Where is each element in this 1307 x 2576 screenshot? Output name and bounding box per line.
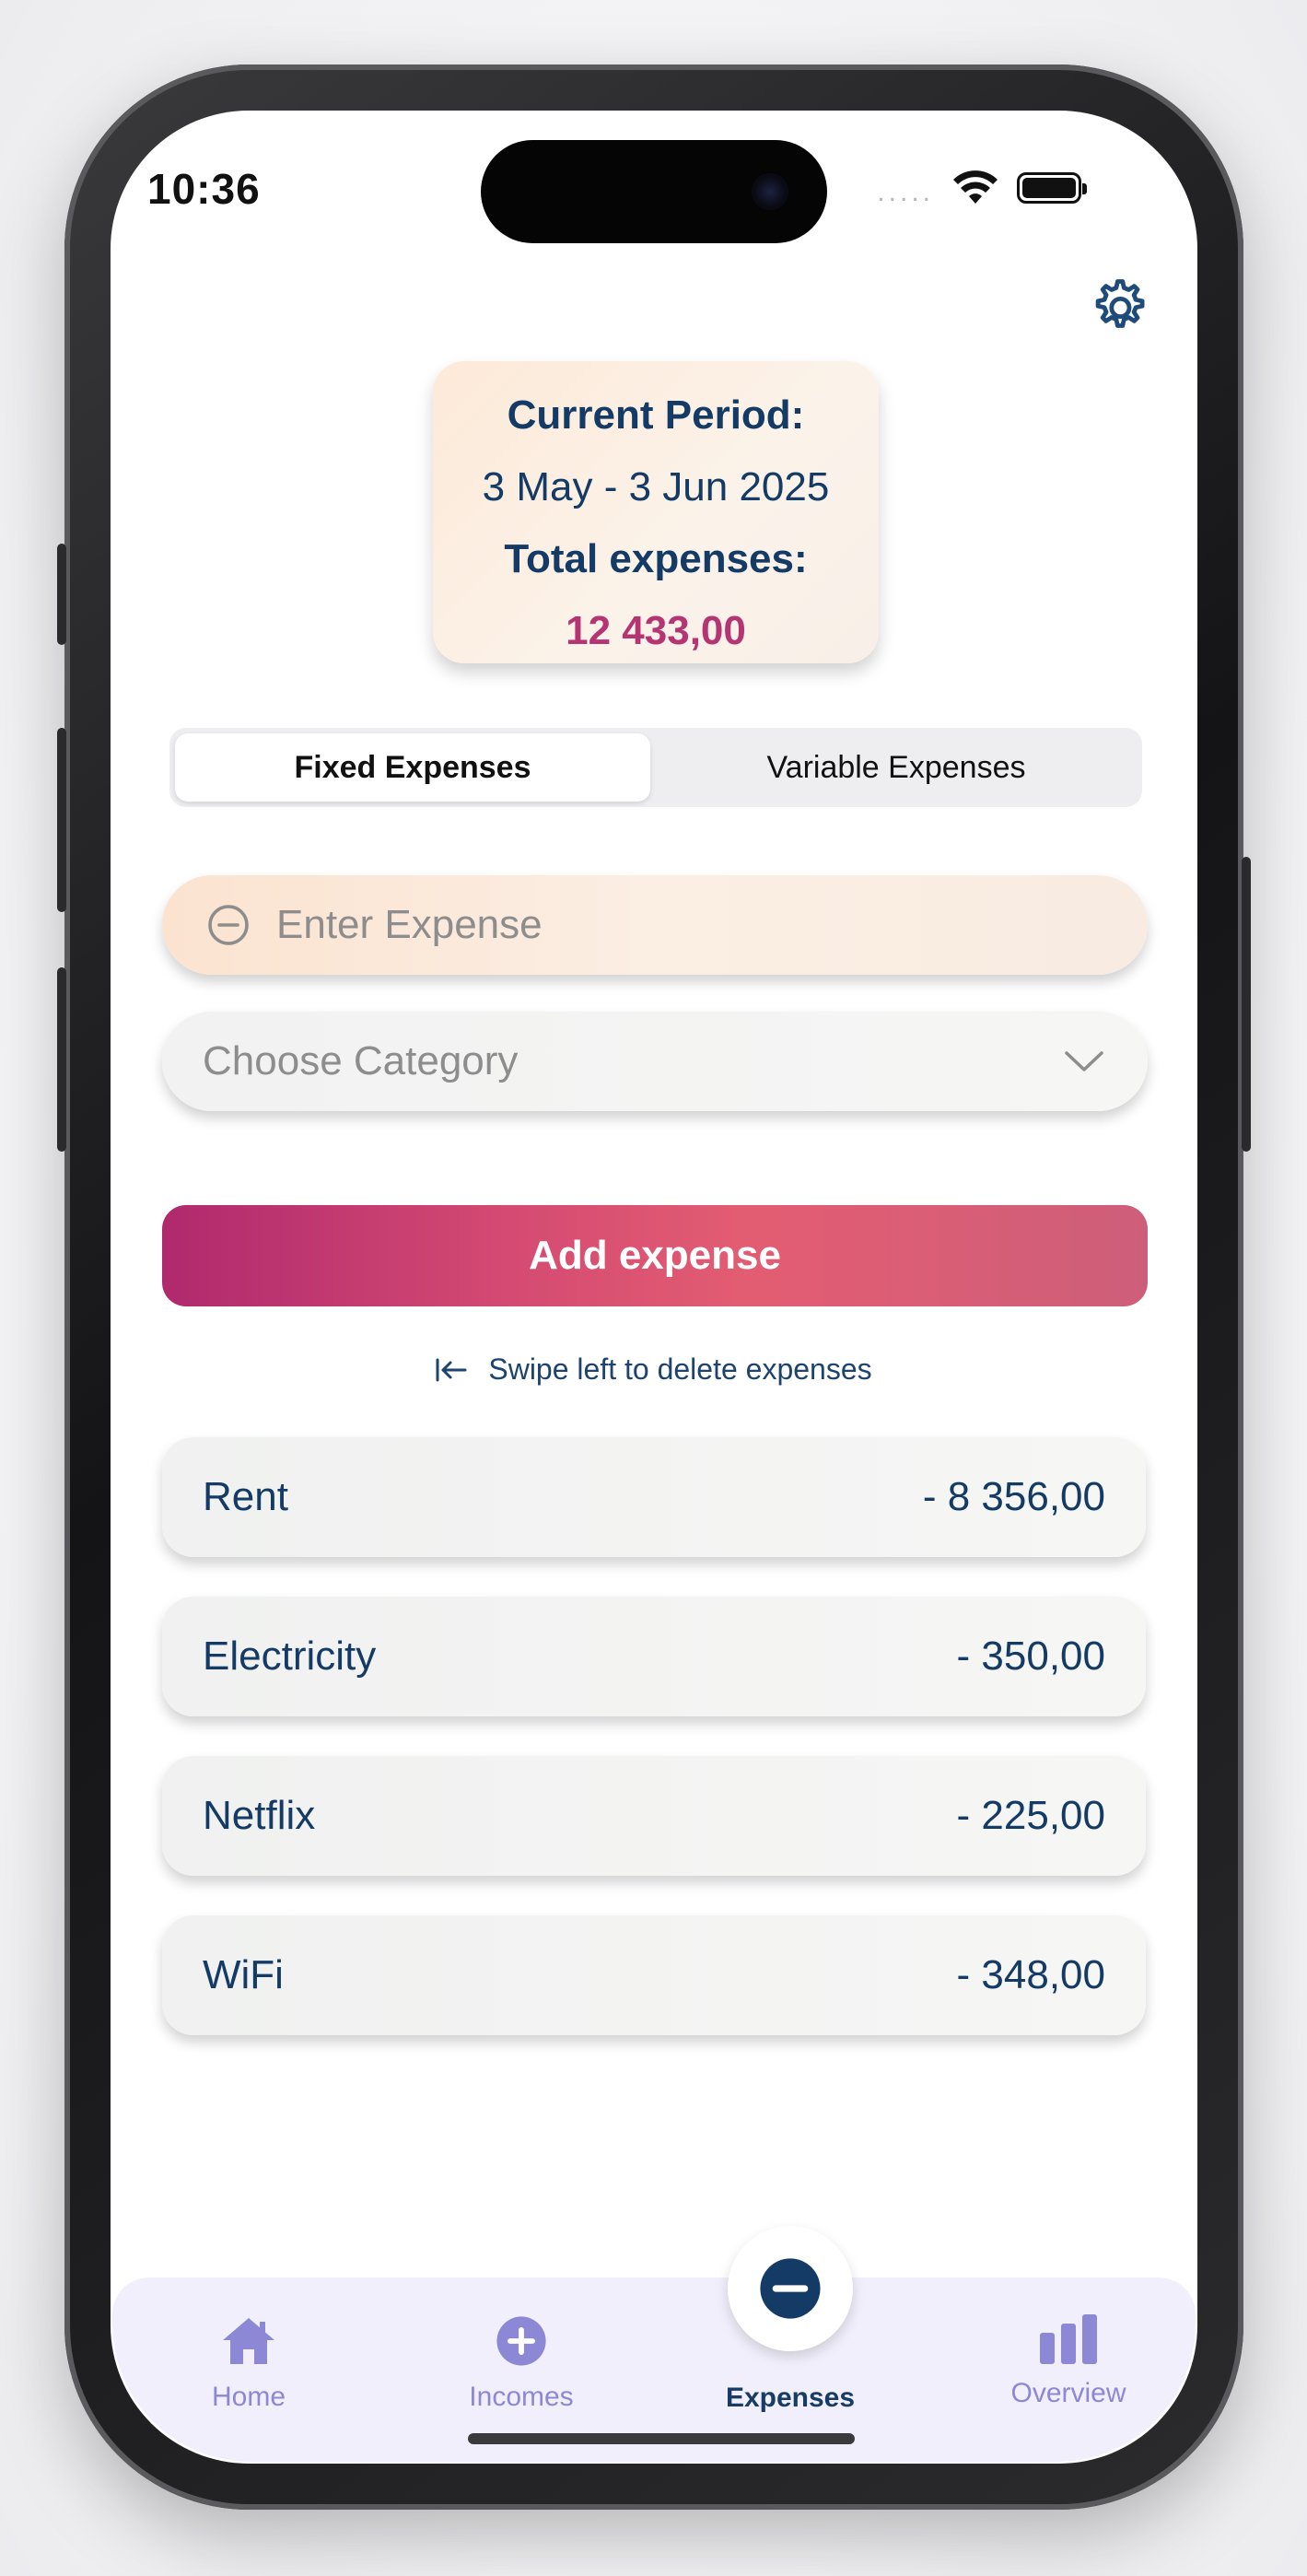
expense-name: Netflix xyxy=(203,1793,316,1838)
dynamic-island xyxy=(481,140,827,243)
expense-row[interactable]: Electricity - 350,00 xyxy=(162,1597,1146,1716)
expense-input-field[interactable] xyxy=(162,875,1148,975)
status-time: 10:36 xyxy=(147,165,261,213)
total-expenses-value: 12 433,00 xyxy=(566,608,746,653)
tab-expenses-label: Expenses xyxy=(725,2383,856,2413)
add-expense-button[interactable]: Add expense xyxy=(162,1205,1148,1306)
segment-variable-expenses[interactable]: Variable Expenses xyxy=(656,733,1137,802)
expense-amount: - 225,00 xyxy=(956,1793,1105,1838)
expense-name: Electricity xyxy=(203,1633,377,1679)
home-indicator[interactable] xyxy=(468,2433,855,2444)
camera-icon xyxy=(752,173,788,210)
expense-name: WiFi xyxy=(203,1952,284,1997)
period-summary-card: Current Period: 3 May - 3 Jun 2025 Total… xyxy=(433,361,879,663)
segment-fixed-expenses[interactable]: Fixed Expenses xyxy=(175,733,650,802)
expense-row[interactable]: WiFi - 348,00 xyxy=(162,1915,1146,2035)
tab-incomes-label: Incomes xyxy=(469,2382,574,2412)
stage: 10:36 ..... Current Period: 3 May - 3 Ju… xyxy=(0,0,1307,2576)
swipe-hint-text: Swipe left to delete expenses xyxy=(488,1352,872,1386)
expense-amount: - 348,00 xyxy=(956,1952,1105,1997)
period-range: 3 May - 3 Jun 2025 xyxy=(482,464,830,509)
period-label: Current Period: xyxy=(507,392,805,438)
volume-up-button xyxy=(57,728,66,912)
category-select[interactable]: Choose Category xyxy=(162,1012,1148,1111)
minus-circle-icon xyxy=(208,905,249,945)
expense-row[interactable]: Rent - 8 356,00 xyxy=(162,1437,1146,1557)
expense-row[interactable]: Netflix - 225,00 xyxy=(162,1756,1146,1876)
silent-switch xyxy=(57,544,66,645)
arrow-left-bar-icon xyxy=(436,1358,467,1381)
tab-overview[interactable]: Overview xyxy=(986,2314,1151,2409)
tab-incomes[interactable]: Incomes xyxy=(438,2314,604,2413)
minus-circle-icon xyxy=(760,2258,821,2319)
expense-amount: - 350,00 xyxy=(956,1633,1105,1679)
category-placeholder: Choose Category xyxy=(203,1038,519,1083)
house-icon xyxy=(223,2318,274,2364)
power-button xyxy=(1242,857,1251,1152)
tab-overview-label: Overview xyxy=(1010,2378,1126,2408)
tab-home[interactable]: Home xyxy=(166,2314,332,2413)
wifi-icon xyxy=(953,170,998,204)
expense-amount: - 8 356,00 xyxy=(922,1474,1105,1519)
expenses-tab-bubble[interactable] xyxy=(728,2226,853,2351)
expense-type-segmented-control: Fixed Expenses Variable Expenses xyxy=(169,728,1142,807)
tab-expenses[interactable]: Expenses xyxy=(707,2383,873,2414)
tab-home-label: Home xyxy=(211,2382,286,2412)
swipe-hint: Swipe left to delete expenses xyxy=(0,1352,1307,1387)
status-indicators: ..... xyxy=(877,170,1087,207)
total-expenses-label: Total expenses: xyxy=(504,536,808,581)
plus-circle-icon xyxy=(496,2316,546,2366)
gear-icon[interactable] xyxy=(1085,275,1151,341)
battery-icon xyxy=(1017,172,1087,204)
chevron-down-icon xyxy=(1065,1051,1103,1071)
bar-chart-icon xyxy=(1040,2314,1097,2364)
expense-name: Rent xyxy=(203,1474,288,1519)
volume-down-button xyxy=(57,967,66,1152)
cellular-signal-icon: ..... xyxy=(877,177,934,207)
expense-input[interactable] xyxy=(274,901,1089,949)
